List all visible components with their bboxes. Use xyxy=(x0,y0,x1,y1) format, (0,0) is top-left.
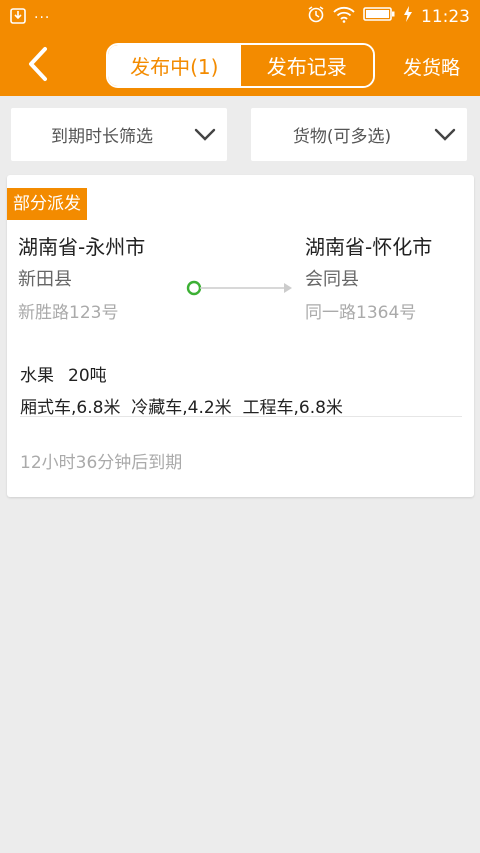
tab-publishing[interactable]: 发布中(1) xyxy=(108,45,241,86)
cargo-filter[interactable]: 货物(可多选) xyxy=(251,108,467,161)
shipping-guide-link[interactable]: 发货略 xyxy=(403,53,460,80)
shipment-card[interactable]: 部分派发 湖南省-永州市 新田县 新胜路123号 湖南省-怀化市 会同县 同一路… xyxy=(7,175,474,497)
download-icon xyxy=(10,7,26,29)
status-badge: 部分派发 xyxy=(7,188,87,220)
alarm-icon xyxy=(307,5,325,28)
status-left: ··· xyxy=(10,7,50,29)
destination-city: 湖南省-怀化市 xyxy=(305,235,433,259)
expire-filter-label: 到期时长筛选 xyxy=(51,127,153,147)
tab-publish-history[interactable]: 发布记录 xyxy=(240,45,373,86)
destination-street: 同一路1364号 xyxy=(305,303,417,323)
cargo-filter-label: 货物(可多选) xyxy=(292,127,392,147)
origin-street: 新胜路123号 xyxy=(18,303,119,323)
back-chevron-icon[interactable] xyxy=(22,44,62,84)
vehicle-requirements: 厢式车,6.8米 冷藏车,4.2米 工程车,6.8米 xyxy=(20,398,343,418)
origin-city: 湖南省-永州市 xyxy=(18,235,146,259)
battery-icon xyxy=(363,6,395,27)
status-time: 11:23 xyxy=(421,6,470,27)
expire-duration-filter[interactable]: 到期时长筛选 xyxy=(11,108,227,161)
destination-county: 会同县 xyxy=(305,269,359,290)
route-arrow-icon xyxy=(185,278,299,298)
segmented-tabs: 发布中(1) 发布记录 xyxy=(106,43,375,88)
cargo-name: 水果 xyxy=(20,366,54,386)
chevron-down-icon xyxy=(423,108,467,161)
filter-bar: 到期时长筛选 货物(可多选) xyxy=(0,96,480,174)
expire-time: 12小时36分钟后到期 xyxy=(20,453,183,473)
more-dots-icon: ··· xyxy=(34,10,51,26)
status-right: 11:23 xyxy=(307,5,470,28)
cargo-info: 水果 20吨 xyxy=(20,361,107,386)
app-bar: 发布中(1) 发布记录 发货略 xyxy=(0,34,480,96)
origin-county: 新田县 xyxy=(18,269,72,290)
status-bar: ··· 11:23 xyxy=(0,0,480,34)
chevron-down-icon xyxy=(183,108,227,161)
cargo-weight: 20吨 xyxy=(68,366,107,386)
wifi-icon xyxy=(333,6,355,28)
divider xyxy=(20,416,462,417)
charging-icon xyxy=(403,5,413,28)
